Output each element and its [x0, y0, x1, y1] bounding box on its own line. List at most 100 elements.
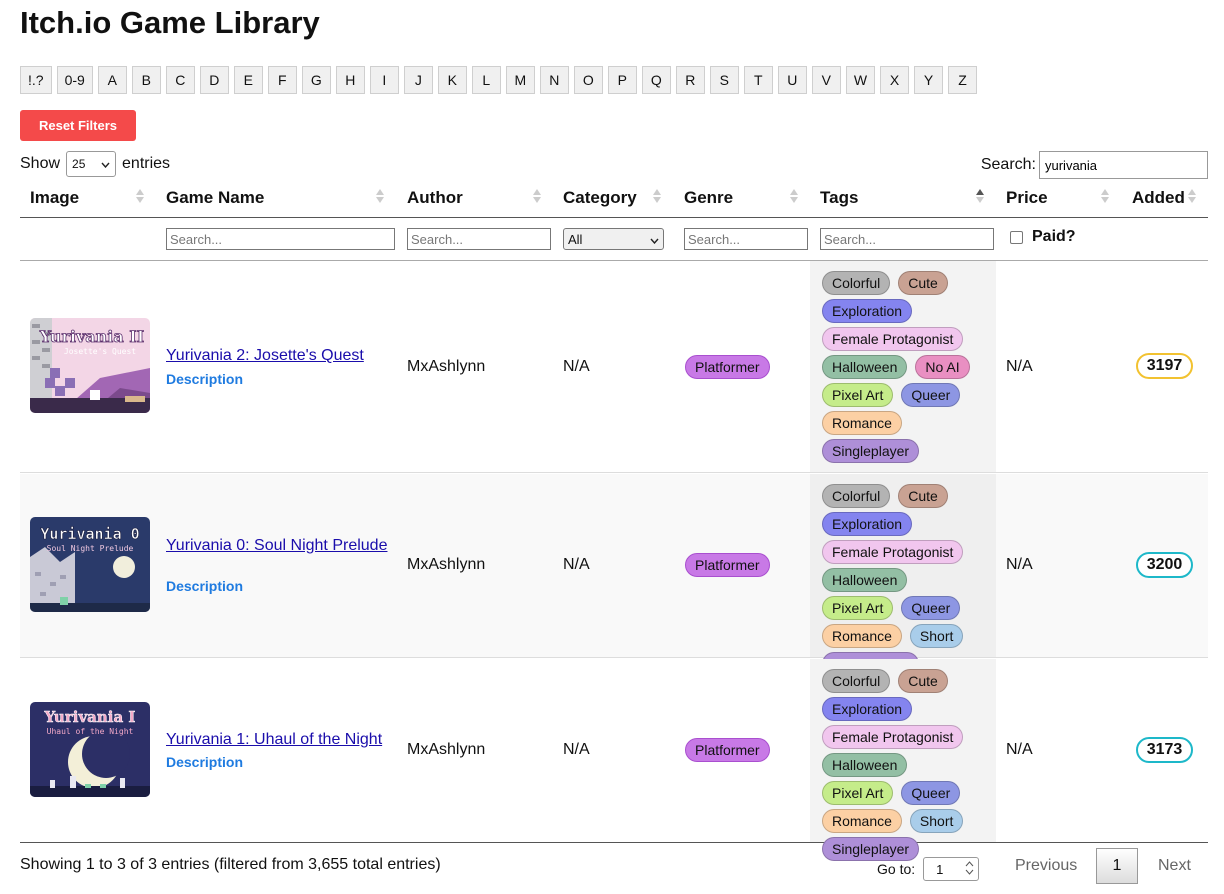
column-header-image[interactable]: Image: [30, 180, 79, 216]
letter-filter-button[interactable]: N: [539, 66, 569, 94]
tag-badge[interactable]: Queer: [901, 781, 961, 805]
column-header-game-name[interactable]: Game Name: [166, 180, 264, 216]
tag-badge[interactable]: Colorful: [822, 669, 891, 693]
paid-filter[interactable]: Paid?: [1010, 228, 1076, 246]
letter-filter-button[interactable]: G: [301, 66, 331, 94]
column-label: Genre: [684, 188, 734, 207]
letter-filter-button[interactable]: D: [199, 66, 229, 94]
column-label: Game Name: [166, 188, 265, 207]
letter-filter-button[interactable]: P: [607, 66, 637, 94]
column-label: Price: [1006, 188, 1048, 207]
letter-filter-button[interactable]: R: [675, 66, 705, 94]
category-cell: N/A: [563, 358, 590, 375]
entries-per-page-select[interactable]: 25: [66, 151, 117, 177]
genre-badge[interactable]: Platformer: [685, 738, 770, 762]
tag-badge[interactable]: Singleplayer: [822, 439, 920, 463]
paid-checkbox[interactable]: [1010, 230, 1023, 244]
letter-filter-button[interactable]: Y: [914, 66, 944, 94]
letter-filter-button[interactable]: I: [369, 66, 399, 94]
letter-filter-button[interactable]: Z: [948, 66, 978, 94]
tag-badge[interactable]: Queer: [901, 596, 961, 620]
genre-badge[interactable]: Platformer: [685, 355, 770, 379]
tag-badge[interactable]: Female Protagonist: [822, 327, 964, 351]
letter-filter-button[interactable]: F: [267, 66, 297, 94]
tag-badge[interactable]: Cute: [898, 271, 948, 295]
column-header-author[interactable]: Author: [407, 180, 463, 216]
letter-filter-button[interactable]: L: [471, 66, 501, 94]
author-filter-input[interactable]: Search...: [407, 228, 551, 250]
letter-filter-button[interactable]: T: [743, 66, 773, 94]
letter-filter-button[interactable]: B: [131, 66, 161, 94]
letter-filter-button[interactable]: X: [880, 66, 910, 94]
letter-filter-button[interactable]: J: [403, 66, 433, 94]
tag-badge[interactable]: Pixel Art: [822, 596, 894, 620]
letter-filter-button[interactable]: A: [97, 66, 127, 94]
letter-filter-button[interactable]: C: [165, 66, 195, 94]
tag-badge[interactable]: Short: [909, 809, 964, 833]
description-link[interactable]: Description: [166, 578, 243, 594]
game-name-link[interactable]: Yurivania 0: Soul Night Prelude: [166, 537, 396, 555]
game-name-filter-input[interactable]: Search...: [166, 228, 395, 250]
tag-badge[interactable]: Short: [909, 624, 964, 648]
letter-filter-button[interactable]: M: [505, 66, 535, 94]
game-thumbnail[interactable]: Yurivania 0 Soul Night Prelude: [30, 517, 150, 612]
letter-filter-button[interactable]: O: [573, 66, 603, 94]
description-link[interactable]: Description: [166, 371, 243, 387]
reset-filters-button[interactable]: Reset Filters: [20, 110, 136, 141]
column-header-genre[interactable]: Genre: [684, 180, 733, 216]
tag-badge[interactable]: No AI: [915, 355, 970, 379]
previous-page-button[interactable]: Previous: [1015, 848, 1077, 884]
letter-filter-button[interactable]: K: [437, 66, 467, 94]
tag-badge[interactable]: Halloween: [822, 753, 908, 777]
column-header-tags[interactable]: Tags: [820, 180, 858, 216]
letter-filter-button[interactable]: H: [335, 66, 365, 94]
tag-badge[interactable]: Romance: [822, 809, 902, 833]
tag-badge[interactable]: Halloween: [822, 568, 908, 592]
game-name-link[interactable]: Yurivania 2: Josette's Quest: [166, 347, 396, 365]
tag-badge[interactable]: Pixel Art: [822, 781, 894, 805]
description-link[interactable]: Description: [166, 754, 243, 770]
letter-filter-button[interactable]: W: [845, 66, 876, 94]
cover-title: Yurivania 0: [40, 525, 139, 543]
tag-badge[interactable]: Halloween: [822, 355, 908, 379]
column-header-price[interactable]: Price: [1006, 180, 1048, 216]
tag-badge[interactable]: Cute: [898, 669, 948, 693]
tag-badge[interactable]: Romance: [822, 624, 902, 648]
sort-icon: [790, 189, 798, 203]
goto-page-input[interactable]: 1: [923, 857, 980, 881]
letter-filter-button[interactable]: V: [811, 66, 841, 94]
column-header-category[interactable]: Category: [563, 180, 637, 216]
next-page-button[interactable]: Next: [1158, 848, 1191, 884]
author-cell: MxAshlynn: [407, 358, 486, 375]
tag-badge[interactable]: Exploration: [822, 299, 913, 323]
tag-badge[interactable]: Exploration: [822, 697, 913, 721]
tag-badge[interactable]: Exploration: [822, 512, 913, 536]
letter-filter-button[interactable]: Q: [641, 66, 671, 94]
letter-filter-button[interactable]: !.?: [20, 66, 52, 94]
tag-badge[interactable]: Female Protagonist: [822, 540, 964, 564]
tag-badge[interactable]: Colorful: [822, 484, 891, 508]
category-filter-select[interactable]: All: [563, 228, 664, 250]
genre-filter-input[interactable]: Search...: [684, 228, 808, 250]
game-thumbnail[interactable]: Yurivania I Uhaul of the Night: [30, 702, 150, 797]
entries-per-page-value: 25: [72, 157, 86, 171]
game-thumbnail[interactable]: Yurivania II Josette's Quest: [30, 318, 150, 413]
tag-badge[interactable]: Romance: [822, 411, 902, 435]
tag-badge[interactable]: Queer: [901, 383, 961, 407]
tag-badge[interactable]: Cute: [898, 484, 948, 508]
tags-filter-input[interactable]: Search...: [820, 228, 994, 250]
page-1-button[interactable]: 1: [1096, 848, 1138, 884]
game-name-link[interactable]: Yurivania 1: Uhaul of the Night: [166, 731, 396, 749]
column-header-added[interactable]: Added: [1132, 180, 1185, 216]
tag-badge[interactable]: Colorful: [822, 271, 891, 295]
letter-filter-bar: !.? 0-9 A B C D E F G H I J K L M N O P Q R S T U V W X Y Z: [20, 66, 982, 94]
tag-badge[interactable]: Pixel Art: [822, 383, 894, 407]
letter-filter-button[interactable]: S: [709, 66, 739, 94]
letter-filter-button[interactable]: 0-9: [56, 66, 93, 94]
letter-filter-button[interactable]: E: [233, 66, 263, 94]
genre-badge[interactable]: Platformer: [685, 553, 770, 577]
tag-badge[interactable]: Female Protagonist: [822, 725, 964, 749]
table-info: Showing 1 to 3 of 3 entries (filtered fr…: [20, 856, 441, 873]
search-input[interactable]: [1039, 151, 1208, 179]
letter-filter-button[interactable]: U: [777, 66, 807, 94]
